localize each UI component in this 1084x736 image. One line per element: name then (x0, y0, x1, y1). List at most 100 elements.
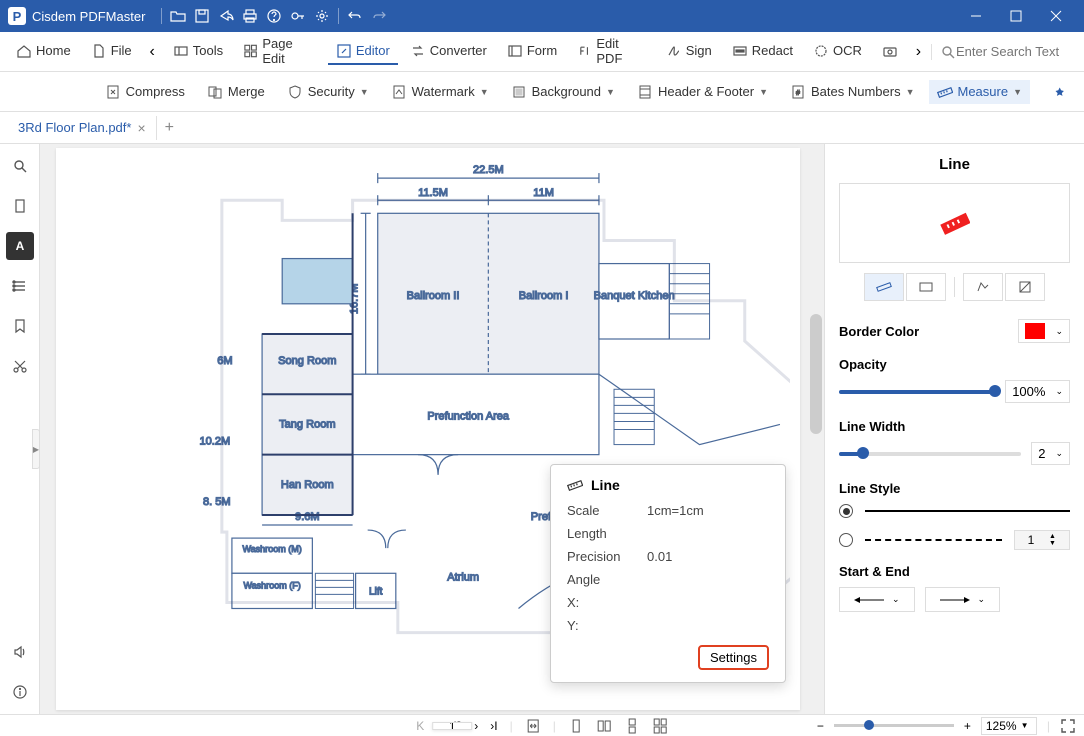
measure-button[interactable]: Measure▼ (929, 80, 1031, 104)
watermark-button[interactable]: Watermark▼ (383, 80, 497, 104)
svg-text:11.5M: 11.5M (418, 187, 448, 199)
next-page-button[interactable]: › (474, 719, 478, 733)
zoom-input[interactable]: 125%▼ (981, 717, 1037, 735)
fit-width-icon[interactable] (525, 718, 541, 734)
zoom-in-button[interactable]: + (964, 719, 971, 733)
last-page-button[interactable]: ›I (490, 719, 497, 733)
search-input[interactable] (956, 44, 1076, 59)
line-width-slider[interactable] (839, 452, 1021, 456)
header-footer-button[interactable]: Header & Footer▼ (629, 80, 776, 104)
svg-text:Tang Room: Tang Room (279, 418, 335, 430)
doc-tab-label: 3Rd Floor Plan.pdf* (18, 120, 131, 135)
bookmark-icon[interactable] (6, 312, 34, 340)
search-panel-icon[interactable] (6, 152, 34, 180)
print-icon[interactable] (238, 4, 262, 28)
tab-page-edit[interactable]: Page Edit (235, 32, 324, 72)
tab-file[interactable]: File (83, 39, 140, 65)
svg-text:#: # (796, 90, 800, 97)
help-icon[interactable] (262, 4, 286, 28)
view-double-icon[interactable] (596, 718, 612, 734)
undo-icon[interactable] (343, 4, 367, 28)
background-button[interactable]: Background▼ (503, 80, 623, 104)
border-color-label: Border Color (839, 324, 919, 339)
zoom-slider[interactable] (834, 724, 954, 727)
popup-length-label: Length (567, 526, 647, 541)
tab-edit-pdf[interactable]: Edit PDF (569, 32, 654, 72)
fullscreen-icon[interactable] (1060, 718, 1076, 734)
bates-button[interactable]: #Bates Numbers▼ (782, 80, 923, 104)
zoom-out-button[interactable]: − (817, 719, 824, 733)
editor-sub-toolbar: Compress Merge Security▼ Watermark▼ Back… (0, 72, 1084, 112)
popup-x-label: X: (567, 595, 647, 610)
pin-button[interactable] (1044, 80, 1076, 104)
text-panel-icon[interactable]: A (6, 232, 34, 260)
tab-converter[interactable]: Converter (402, 39, 495, 65)
first-page-button[interactable]: K (416, 719, 424, 733)
line-style-solid[interactable] (839, 504, 1070, 518)
save-icon[interactable] (190, 4, 214, 28)
line-style-dashed[interactable]: ▲▼ (839, 530, 1070, 550)
sidebar-expand-handle[interactable]: ▶ (32, 429, 40, 469)
toolbar-prev[interactable]: ‹ (144, 43, 161, 61)
app-logo: P (8, 7, 26, 25)
rect-measure-icon[interactable] (906, 273, 946, 301)
vertical-scrollbar[interactable] (808, 144, 824, 714)
key-icon[interactable] (286, 4, 310, 28)
measure-type-row (839, 273, 1070, 301)
opacity-slider[interactable] (839, 390, 995, 394)
tab-sign[interactable]: Sign (658, 39, 720, 65)
tab-form[interactable]: Form (499, 39, 565, 65)
add-tab-button[interactable]: + (165, 119, 174, 137)
svg-text:11M: 11M (533, 187, 554, 199)
close-tab-icon[interactable]: × (137, 120, 145, 136)
tab-editor[interactable]: Editor (328, 39, 398, 65)
popup-settings-button[interactable]: Settings (698, 645, 769, 670)
poly-measure-icon[interactable] (963, 273, 1003, 301)
maximize-button[interactable] (996, 0, 1036, 32)
title-bar: P Cisdem PDFMaster (0, 0, 1084, 32)
measure-popup: Line Scale1cm=1cm Length Precision0.01 A… (550, 464, 786, 683)
view-scroll-icon[interactable] (624, 718, 640, 734)
line-width-value-input[interactable]: 2⌄ (1031, 442, 1070, 465)
tab-home[interactable]: Home (8, 39, 79, 65)
opacity-value-input[interactable]: 100%⌄ (1005, 380, 1070, 403)
settings-icon[interactable] (310, 4, 334, 28)
tab-ocr[interactable]: OCR (805, 39, 870, 65)
redo-icon[interactable] (367, 4, 391, 28)
merge-button[interactable]: Merge (199, 80, 273, 104)
area-measure-icon[interactable] (1005, 273, 1045, 301)
end-arrow-select[interactable]: ⌄ (925, 587, 1001, 612)
security-button[interactable]: Security▼ (279, 80, 377, 104)
info-icon[interactable] (6, 678, 34, 706)
thumbnails-icon[interactable] (6, 192, 34, 220)
toolbar-next[interactable]: › (910, 43, 927, 61)
tab-camera[interactable] (874, 39, 906, 65)
dash-stepper[interactable]: ▲▼ (1014, 530, 1070, 550)
sound-icon[interactable] (6, 638, 34, 666)
page-input[interactable] (432, 722, 472, 730)
popup-precision-label: Precision (567, 549, 647, 564)
compress-button[interactable]: Compress (97, 80, 193, 104)
outline-icon[interactable] (6, 272, 34, 300)
doc-tab-1[interactable]: 3Rd Floor Plan.pdf* × (8, 116, 157, 140)
tab-tools[interactable]: Tools (165, 39, 231, 65)
open-icon[interactable] (166, 4, 190, 28)
line-width-label: Line Width (839, 419, 1070, 434)
view-scroll2-icon[interactable] (652, 718, 668, 734)
popup-y-label: Y: (567, 618, 647, 633)
view-single-icon[interactable] (568, 718, 584, 734)
start-arrow-select[interactable]: ⌄ (839, 587, 915, 612)
share-icon[interactable] (214, 4, 238, 28)
svg-text:Ballroom I: Ballroom I (519, 290, 569, 302)
svg-text:22.5M: 22.5M (473, 164, 504, 176)
tab-redact[interactable]: Redact (724, 39, 801, 65)
border-color-picker[interactable]: ⌄ (1018, 319, 1070, 343)
status-bar: K ‹ /2 › ›I | | − + 125%▼ | (0, 714, 1084, 736)
close-button[interactable] (1036, 0, 1076, 32)
minimize-button[interactable] (956, 0, 996, 32)
popup-scale-label: Scale (567, 503, 647, 518)
cut-icon[interactable] (6, 352, 34, 380)
popup-scale-value: 1cm=1cm (647, 503, 704, 518)
svg-text:Ballroom II: Ballroom II (407, 290, 460, 302)
line-measure-icon[interactable] (864, 273, 904, 301)
